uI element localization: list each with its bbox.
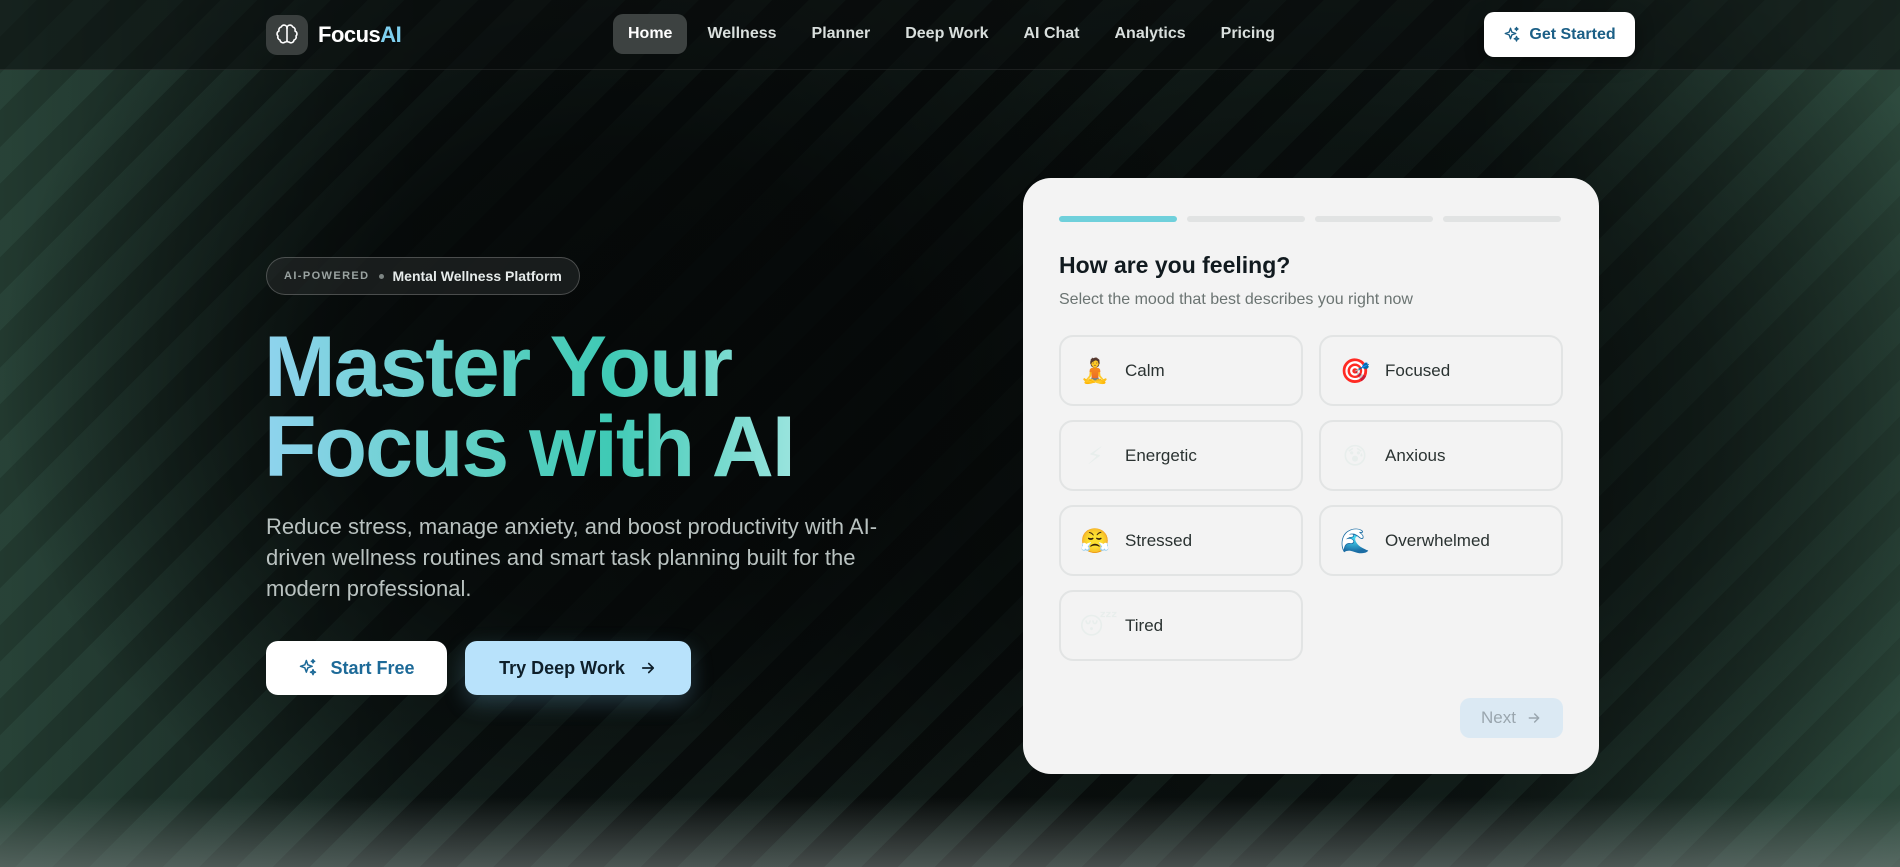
headline-line-1: Master Your xyxy=(264,324,794,410)
nav-item-analytics[interactable]: Analytics xyxy=(1100,14,1201,54)
mood-option-calm[interactable]: 🧘 Calm xyxy=(1059,335,1303,406)
mood-label: Focused xyxy=(1385,360,1451,380)
nav-item-home[interactable]: Home xyxy=(613,14,688,54)
sparkles-icon xyxy=(1504,26,1520,42)
hero-badge: AI-POWERED Mental Wellness Platform xyxy=(266,257,580,295)
lightning-icon: ⚡ xyxy=(1086,441,1104,470)
nav-item-ai-chat[interactable]: AI Chat xyxy=(1009,14,1095,54)
mood-label: Stressed xyxy=(1125,530,1193,550)
card-subtitle: Select the mood that best describes you … xyxy=(1059,291,1413,308)
anxious-face-icon: 😰 xyxy=(1342,441,1368,470)
card-title: How are you feeling? xyxy=(1059,252,1291,278)
mood-option-stressed[interactable]: 😤 Stressed xyxy=(1059,505,1303,576)
mood-option-energetic[interactable]: ⚡ Energetic xyxy=(1059,420,1303,491)
start-free-label: Start Free xyxy=(330,657,415,678)
nav-item-pricing[interactable]: Pricing xyxy=(1206,14,1290,54)
hero-subheadline: Reduce stress, manage anxiety, and boost… xyxy=(266,514,878,601)
start-free-button[interactable]: Start Free xyxy=(266,641,447,695)
try-deep-work-button[interactable]: Try Deep Work xyxy=(465,641,691,695)
mood-label: Tired xyxy=(1125,615,1164,635)
headline-line-2: Focus with AI xyxy=(264,399,796,495)
step-progress xyxy=(1059,216,1561,222)
mood-check-card: How are you feeling? Select the mood tha… xyxy=(1023,178,1599,774)
badge-separator-dot xyxy=(378,273,384,279)
brand-name: FocusAI xyxy=(318,22,402,48)
mood-option-overwhelmed[interactable]: 🌊 Overwhelmed xyxy=(1319,505,1563,576)
arrow-right-icon xyxy=(1528,713,1540,723)
target-icon: 🎯 xyxy=(1340,356,1370,385)
sleeping-face-icon: 😴 xyxy=(1079,611,1118,640)
progress-segment xyxy=(1315,216,1433,222)
mood-label: Calm xyxy=(1125,360,1165,380)
nav-item-deep-work[interactable]: Deep Work xyxy=(890,14,1003,54)
steaming-face-icon: 😤 xyxy=(1080,526,1110,555)
sparkles-icon xyxy=(300,658,317,676)
hero-headline: Master Your Focus with AI xyxy=(264,324,796,495)
nav-item-wellness[interactable]: Wellness xyxy=(692,14,791,54)
next-label: Next xyxy=(1481,708,1516,727)
arrow-right-icon xyxy=(641,662,654,674)
mood-label: Overwhelmed xyxy=(1385,530,1490,550)
get-started-button[interactable]: Get Started xyxy=(1484,12,1635,57)
badge-tag: AI-POWERED xyxy=(284,270,370,282)
mood-option-focused[interactable]: 🎯 Focused xyxy=(1319,335,1563,406)
progress-segment-active xyxy=(1059,216,1177,222)
wave-icon: 🌊 xyxy=(1340,526,1370,555)
progress-segment xyxy=(1443,216,1561,222)
nav-item-planner[interactable]: Planner xyxy=(797,14,886,54)
try-deep-work-label: Try Deep Work xyxy=(499,657,625,678)
mood-label: Anxious xyxy=(1385,445,1446,465)
next-button[interactable]: Next xyxy=(1460,698,1563,738)
mood-label: Energetic xyxy=(1125,445,1197,465)
brand-logo[interactable]: FocusAI xyxy=(266,15,402,55)
mood-options: 🧘 Calm 🎯 Focused ⚡ Energetic 😰 Anxious 😤… xyxy=(1059,335,1563,661)
brand-name-focus: Focus xyxy=(318,22,381,47)
brand-name-ai: AI xyxy=(380,22,402,47)
bottom-fade xyxy=(0,797,1900,867)
meditation-icon: 🧘 xyxy=(1080,356,1110,385)
badge-text: Mental Wellness Platform xyxy=(392,268,562,284)
brain-icon xyxy=(266,15,308,55)
mood-option-tired[interactable]: 😴 Tired xyxy=(1059,590,1303,661)
progress-segment xyxy=(1187,216,1305,222)
top-navbar: FocusAI Home Wellness Planner Deep Work … xyxy=(0,0,1900,70)
mood-option-anxious[interactable]: 😰 Anxious xyxy=(1319,420,1563,491)
get-started-label: Get Started xyxy=(1529,25,1616,43)
nav-links: Home Wellness Planner Deep Work AI Chat … xyxy=(613,14,1295,54)
